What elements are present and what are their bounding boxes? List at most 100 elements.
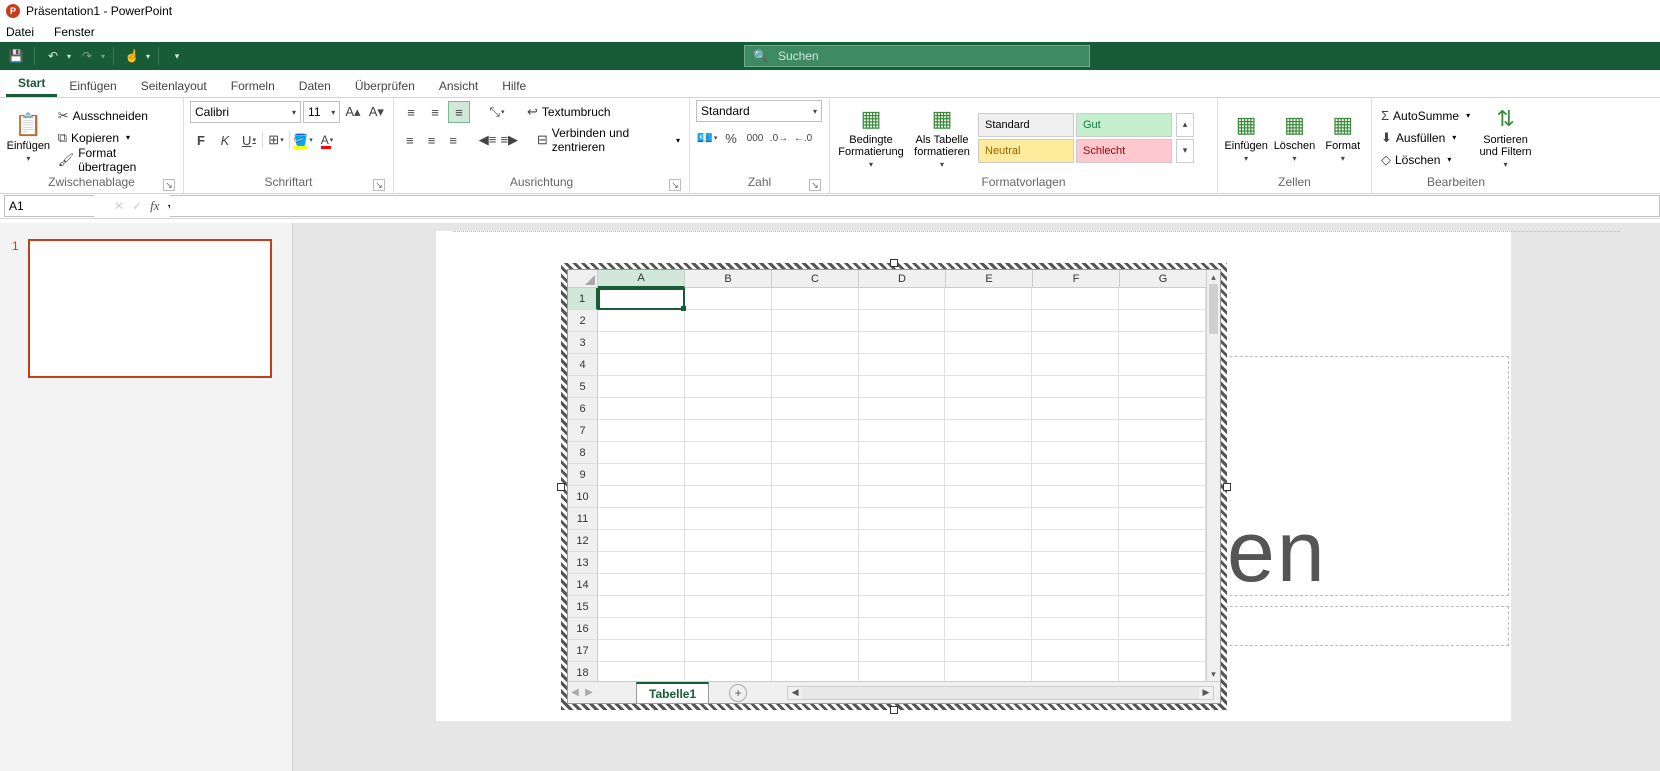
scroll-down-icon[interactable]: ▾ bbox=[1207, 667, 1220, 681]
cell-A18[interactable] bbox=[598, 662, 685, 681]
orientation-button[interactable]: ⤡ bbox=[486, 101, 508, 123]
cell-C13[interactable] bbox=[772, 552, 859, 574]
cell-D14[interactable] bbox=[859, 574, 946, 596]
cell-C7[interactable] bbox=[772, 420, 859, 442]
cell-F13[interactable] bbox=[1032, 552, 1119, 574]
cell-B18[interactable] bbox=[685, 662, 772, 681]
increase-decimal-icon[interactable]: .0→ bbox=[768, 127, 790, 149]
align-right-icon[interactable]: ≡ bbox=[443, 129, 463, 151]
cell-A5[interactable] bbox=[598, 376, 685, 398]
align-top-icon[interactable]: ≡ bbox=[400, 101, 422, 123]
tab-data[interactable]: Daten bbox=[287, 73, 343, 97]
cell-B7[interactable] bbox=[685, 420, 772, 442]
cell-C18[interactable] bbox=[772, 662, 859, 681]
cell-D18[interactable] bbox=[859, 662, 946, 681]
format-cells-button[interactable]: ▦Format▾ bbox=[1321, 104, 1365, 172]
cell-D5[interactable] bbox=[859, 376, 946, 398]
font-color-button[interactable]: A bbox=[316, 129, 338, 151]
cell-G7[interactable] bbox=[1119, 420, 1206, 442]
cell-D10[interactable] bbox=[859, 486, 946, 508]
cell-B11[interactable] bbox=[685, 508, 772, 530]
fill-color-button[interactable]: 🪣 bbox=[292, 129, 314, 151]
cell-F12[interactable] bbox=[1032, 530, 1119, 552]
scroll-left-icon[interactable]: ◀ bbox=[788, 687, 802, 699]
cell-D16[interactable] bbox=[859, 618, 946, 640]
cell-A15[interactable] bbox=[598, 596, 685, 618]
cell-A11[interactable] bbox=[598, 508, 685, 530]
cell-C11[interactable] bbox=[772, 508, 859, 530]
cell-C9[interactable] bbox=[772, 464, 859, 486]
borders-button[interactable]: ⊞ bbox=[265, 129, 287, 151]
row-header-2[interactable]: 2 bbox=[568, 310, 598, 332]
cell-A4[interactable] bbox=[598, 354, 685, 376]
cell-E18[interactable] bbox=[945, 662, 1032, 681]
tab-formulas[interactable]: Formeln bbox=[219, 73, 287, 97]
column-header-G[interactable]: G bbox=[1120, 270, 1207, 288]
percent-button[interactable]: % bbox=[720, 127, 742, 149]
cancel-formula-icon[interactable]: ✕ bbox=[114, 199, 124, 213]
sheet-tab-1[interactable]: Tabelle1 bbox=[636, 682, 709, 703]
style-standard[interactable]: Standard bbox=[978, 113, 1074, 137]
resize-handle-bottom[interactable] bbox=[890, 706, 898, 714]
cell-G12[interactable] bbox=[1119, 530, 1206, 552]
style-neutral[interactable]: Neutral bbox=[978, 139, 1074, 163]
decrease-decimal-icon[interactable]: ←.0 bbox=[792, 127, 814, 149]
cell-F14[interactable] bbox=[1032, 574, 1119, 596]
cell-D1[interactable] bbox=[859, 288, 946, 310]
undo-icon[interactable]: ↶ bbox=[43, 46, 63, 66]
cell-B9[interactable] bbox=[685, 464, 772, 486]
cell-B12[interactable] bbox=[685, 530, 772, 552]
conditional-formatting-button[interactable]: ▦ Bedingte Formatierung▾ bbox=[836, 104, 906, 172]
row-header-4[interactable]: 4 bbox=[568, 354, 598, 376]
style-good[interactable]: Gut bbox=[1076, 113, 1172, 137]
row-header-16[interactable]: 16 bbox=[568, 618, 598, 640]
cell-G17[interactable] bbox=[1119, 640, 1206, 662]
sheet-nav-next[interactable]: ▶ bbox=[582, 687, 596, 698]
underline-button[interactable]: U bbox=[238, 129, 260, 151]
cell-D4[interactable] bbox=[859, 354, 946, 376]
row-header-7[interactable]: 7 bbox=[568, 420, 598, 442]
cell-E8[interactable] bbox=[945, 442, 1032, 464]
align-left-icon[interactable]: ≡ bbox=[400, 129, 420, 151]
cell-D3[interactable] bbox=[859, 332, 946, 354]
cell-C3[interactable] bbox=[772, 332, 859, 354]
menu-window[interactable]: Fenster bbox=[54, 25, 95, 39]
cell-C17[interactable] bbox=[772, 640, 859, 662]
cell-C6[interactable] bbox=[772, 398, 859, 420]
cell-E9[interactable] bbox=[945, 464, 1032, 486]
column-header-F[interactable]: F bbox=[1033, 270, 1120, 288]
bold-button[interactable]: F bbox=[190, 129, 212, 151]
fx-icon[interactable]: fx bbox=[150, 198, 159, 214]
cell-A14[interactable] bbox=[598, 574, 685, 596]
row-header-13[interactable]: 13 bbox=[568, 552, 598, 574]
row-header-1[interactable]: 1 bbox=[568, 288, 598, 310]
style-bad[interactable]: Schlecht bbox=[1076, 139, 1172, 163]
cell-E3[interactable] bbox=[945, 332, 1032, 354]
cell-F5[interactable] bbox=[1032, 376, 1119, 398]
vertical-scrollbar[interactable]: ▴ ▾ bbox=[1206, 270, 1220, 681]
cut-button[interactable]: ✂Ausschneiden bbox=[55, 106, 177, 126]
tab-review[interactable]: Überprüfen bbox=[343, 73, 427, 97]
menu-file[interactable]: Datei bbox=[6, 25, 34, 39]
font-size-combo[interactable]: 11▾ bbox=[303, 101, 340, 123]
cell-G1[interactable] bbox=[1119, 288, 1206, 310]
cell-A9[interactable] bbox=[598, 464, 685, 486]
currency-button[interactable]: 💶 bbox=[696, 127, 718, 149]
cell-C2[interactable] bbox=[772, 310, 859, 332]
indent-increase-icon[interactable]: ≡▶ bbox=[499, 129, 519, 151]
tab-help[interactable]: Hilfe bbox=[490, 73, 538, 97]
styles-scroll-up[interactable]: ▴ bbox=[1176, 113, 1194, 137]
sheet-nav-prev[interactable]: ◀ bbox=[568, 687, 582, 698]
tab-start[interactable]: Start bbox=[6, 70, 57, 97]
cell-E1[interactable] bbox=[945, 288, 1032, 310]
cell-C12[interactable] bbox=[772, 530, 859, 552]
row-header-10[interactable]: 10 bbox=[568, 486, 598, 508]
slide-thumbnail-1[interactable] bbox=[28, 239, 272, 378]
formula-input[interactable] bbox=[170, 195, 1660, 217]
cell-C8[interactable] bbox=[772, 442, 859, 464]
select-all-corner[interactable] bbox=[568, 270, 598, 288]
cell-F11[interactable] bbox=[1032, 508, 1119, 530]
clipboard-launcher[interactable]: ↘ bbox=[163, 179, 175, 191]
tab-insert[interactable]: Einfügen bbox=[57, 73, 128, 97]
autosum-button[interactable]: ΣAutoSumme▾ bbox=[1378, 106, 1473, 126]
